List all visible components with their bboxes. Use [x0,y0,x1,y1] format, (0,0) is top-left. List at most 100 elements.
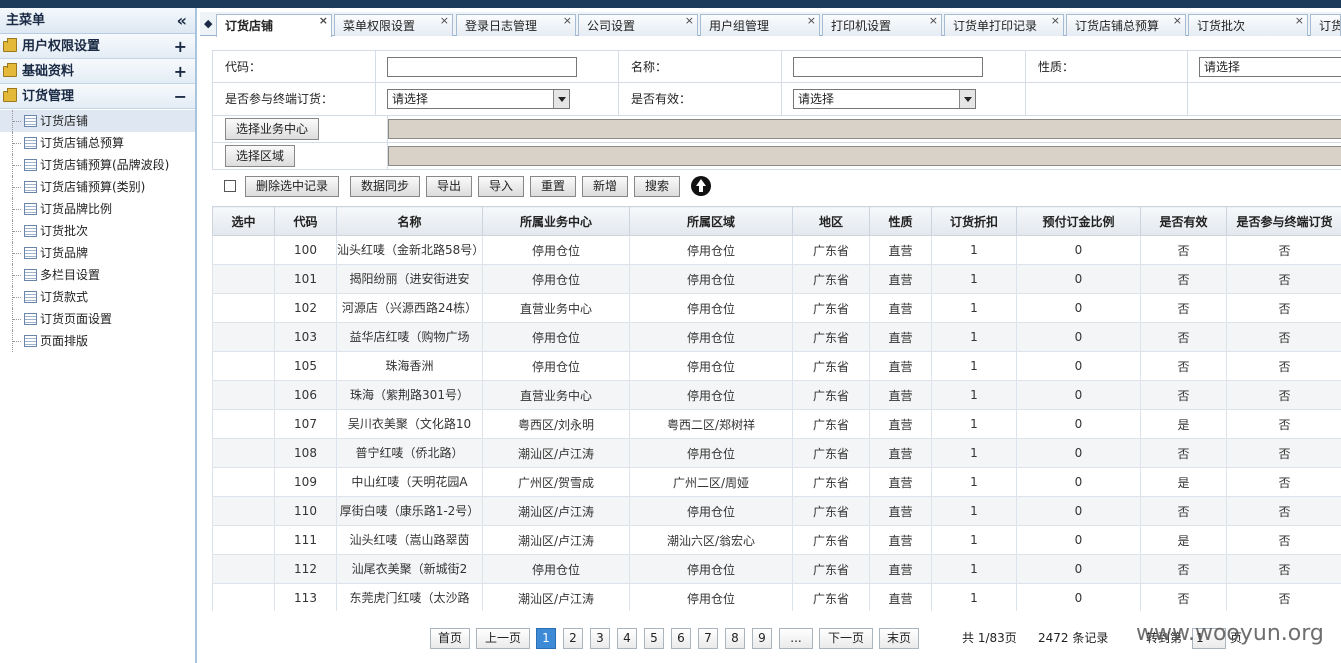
column-header[interactable]: 所属业务中心 [482,206,630,236]
page-button-2[interactable]: 2 [563,628,583,649]
tab-scroll-left-icon[interactable]: ◆ [204,17,212,30]
page-button-4[interactable]: 4 [617,628,637,649]
sidebar-item-order-style[interactable]: 订货款式 [0,286,195,308]
tab-store-total-budget[interactable]: 订货店铺总预算 × [1066,14,1186,36]
data-sync-button[interactable]: 数据同步 [350,176,421,197]
first-page-button[interactable]: 首页 [430,628,470,649]
tab-menu-permissions[interactable]: 菜单权限设置 × [334,14,453,36]
row-select-cell[interactable] [212,438,275,468]
last-page-button[interactable]: 末页 [879,628,919,649]
reset-button[interactable]: 重置 [530,176,577,197]
chevron-down-icon[interactable] [553,90,569,108]
sidebar-item-order-store[interactable]: 订货店铺 [0,110,195,132]
sidebar-group-order-management[interactable]: 订货管理 − [0,84,195,109]
row-select-cell[interactable] [212,583,275,611]
tab-order[interactable]: 订货 [1310,14,1341,36]
sidebar-item-store-budget-category[interactable]: 订货店铺预算(类别) [0,176,195,198]
delete-selected-button[interactable]: 删除选中记录 [245,176,340,197]
sidebar-item-store-budget-brand-wave[interactable]: 订货店铺预算(品牌波段) [0,154,195,176]
tab-login-log[interactable]: 登录日志管理 × [456,14,576,36]
column-header[interactable]: 订货折扣 [931,206,1017,236]
page-button-9[interactable]: 9 [752,628,772,649]
tab-order-store[interactable]: 订货店铺 × [216,14,332,37]
valid-select[interactable]: 请选择 [793,89,976,109]
table-row[interactable]: 112 汕尾衣美聚（新城街2 停用仓位 停用仓位 广东省 直营 1 0 否否 [212,554,1341,584]
region-field[interactable] [388,146,1341,166]
close-icon[interactable]: × [1173,15,1182,32]
tab-order-batch[interactable]: 订货批次 × [1188,14,1308,36]
search-button[interactable]: 搜索 [634,176,681,197]
table-row[interactable]: 106 珠海（紫荆路301号） 直营业务中心 停用仓位 广东省 直营 1 0 否否 [212,380,1341,410]
collapse-sidebar-icon[interactable]: « [177,8,187,34]
close-icon[interactable]: × [685,15,694,32]
table-row[interactable]: 101 揭阳纷丽（进安街进安 停用仓位 停用仓位 广东省 直营 1 0 否否 [212,264,1341,294]
sidebar-item-order-brand[interactable]: 订货品牌 [0,242,195,264]
sidebar-item-brand-ratio[interactable]: 订货品牌比例 [0,198,195,220]
tab-company-settings[interactable]: 公司设置 × [578,14,698,36]
table-row[interactable]: 107 吴川衣美聚（文化路10 粤西区/刘永明 粤西二区/郑树祥 广东省 直营 1 0 是否 [212,409,1341,439]
sidebar-item-order-batch[interactable]: 订货批次 [0,220,195,242]
row-select-cell[interactable] [212,293,275,323]
page-button-5[interactable]: 5 [644,628,664,649]
chevron-down-icon[interactable] [959,90,975,108]
page-button-6[interactable]: 6 [671,628,691,649]
tab-user-groups[interactable]: 用户组管理 × [700,14,820,36]
pick-region-button[interactable]: 选择区域 [225,145,296,167]
next-page-button[interactable]: 下一页 [819,628,873,649]
sidebar-group-basic-data[interactable]: 基础资料 + [0,59,195,84]
tab-printer-settings[interactable]: 打印机设置 × [822,14,942,36]
table-row[interactable]: 113 东莞虎门红唛（太沙路 潮汕区/卢江涛 停用仓位 广东省 直营 1 0 否否 [212,583,1341,611]
page-button-8[interactable]: 8 [725,628,745,649]
export-button[interactable]: 导出 [426,176,473,197]
terminal-select[interactable]: 请选择 [387,89,570,109]
column-header[interactable]: 代码 [274,206,337,236]
table-row[interactable]: 103 益华店红唛（购物广场 停用仓位 停用仓位 广东省 直营 1 0 否否 [212,322,1341,352]
page-button-1[interactable]: 1 [536,628,556,649]
table-row[interactable]: 109 中山红唛（天明花园A 广州区/贺雪成 广州二区/周娅 广东省 直营 1 0 是否 [212,467,1341,497]
close-icon[interactable]: × [929,15,938,32]
more-pages-button[interactable]: ... [779,628,813,649]
arrow-up-circle-icon[interactable] [691,176,711,196]
row-select-cell[interactable] [212,380,275,410]
add-button[interactable]: 新增 [582,176,629,197]
row-select-cell[interactable] [212,264,275,294]
close-icon[interactable]: × [440,15,449,32]
page-button-3[interactable]: 3 [590,628,610,649]
column-header[interactable]: 性质 [869,206,932,236]
page-button-7[interactable]: 7 [698,628,718,649]
prev-page-button[interactable]: 上一页 [476,628,530,649]
select-all-checkbox[interactable] [224,180,236,192]
column-header[interactable]: 是否参与终端订货 [1226,206,1341,236]
column-header[interactable]: 是否有效 [1140,206,1227,236]
row-select-cell[interactable] [212,467,275,497]
nature-select[interactable]: 请选择 [1199,57,1341,77]
close-icon[interactable]: × [1051,15,1060,32]
table-row[interactable]: 105 珠海香洲 停用仓位 停用仓位 广东省 直营 1 0 否否 [212,351,1341,381]
close-icon[interactable]: × [319,15,328,32]
close-icon[interactable]: × [807,15,816,32]
table-row[interactable]: 111 汕头红唛（嵩山路翠茵 潮汕区/卢江涛 潮汕六区/翁宏心 广东省 直营 1 0 是否 [212,525,1341,555]
sidebar-item-page-layout[interactable]: 页面排版 [0,330,195,352]
table-row[interactable]: 110 厚街白唛（康乐路1-2号） 潮汕区/卢江涛 停用仓位 广东省 直营 1 0 否否 [212,496,1341,526]
code-input[interactable] [387,57,577,77]
pick-business-center-button[interactable]: 选择业务中心 [225,118,320,140]
table-row[interactable]: 100 汕头红唛（金新北路58号） 停用仓位 停用仓位 广东省 直营 1 0 否否 [212,235,1341,265]
sidebar-item-order-page-settings[interactable]: 订货页面设置 [0,308,195,330]
tab-print-records[interactable]: 订货单打印记录 × [944,14,1064,36]
expand-icon[interactable]: + [174,34,187,59]
row-select-cell[interactable] [212,322,275,352]
business-center-field[interactable] [388,119,1341,139]
row-select-cell[interactable] [212,235,275,265]
collapse-icon[interactable]: − [174,84,187,109]
row-select-cell[interactable] [212,496,275,526]
sidebar-group-user-permissions[interactable]: 用户权限设置 + [0,34,195,59]
sidebar-item-store-total-budget[interactable]: 订货店铺总预算 [0,132,195,154]
row-select-cell[interactable] [212,554,275,584]
row-select-cell[interactable] [212,409,275,439]
import-button[interactable]: 导入 [478,176,525,197]
table-row[interactable]: 102 河源店（兴源西路24栋） 直营业务中心 停用仓位 广东省 直营 1 0 否否 [212,293,1341,323]
expand-icon[interactable]: + [174,59,187,84]
close-icon[interactable]: × [563,15,572,32]
column-header[interactable]: 所属区域 [629,206,793,236]
column-header[interactable]: 地区 [792,206,870,236]
